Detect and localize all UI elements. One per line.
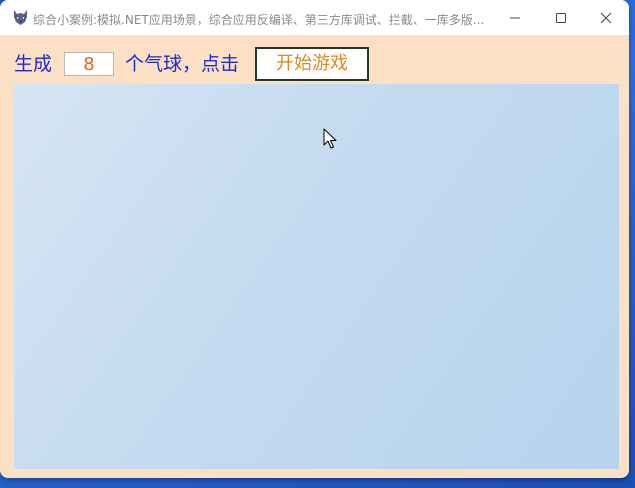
maximize-icon: [556, 12, 566, 23]
start-game-button[interactable]: 开始游戏: [255, 47, 369, 81]
title-bar[interactable]: 综合小案例:模拟.NET应用场景，综合应用反编译、第三方库调试、拦截、一库多版.…: [0, 0, 629, 35]
window-title: 综合小案例:模拟.NET应用场景，综合应用反编译、第三方库调试、拦截、一库多版.…: [33, 13, 483, 27]
minimize-icon: [510, 17, 520, 18]
generate-label: 生成: [14, 53, 53, 75]
control-toolbar: 生成 个气球，点击 开始游戏: [0, 35, 629, 84]
game-canvas[interactable]: [14, 84, 619, 469]
mouse-pointer-icon: [323, 128, 337, 149]
minimize-button[interactable]: [492, 0, 538, 35]
balloon-count-input[interactable]: [64, 52, 114, 76]
close-icon: [600, 12, 612, 23]
balloons-click-label: 个气球，点击: [125, 53, 240, 75]
wolf-app-icon: [14, 10, 27, 25]
maximize-button[interactable]: [538, 0, 584, 35]
close-button[interactable]: [583, 0, 629, 35]
app-window: 综合小案例:模拟.NET应用场景，综合应用反编译、第三方库调试、拦截、一库多版.…: [0, 0, 629, 478]
